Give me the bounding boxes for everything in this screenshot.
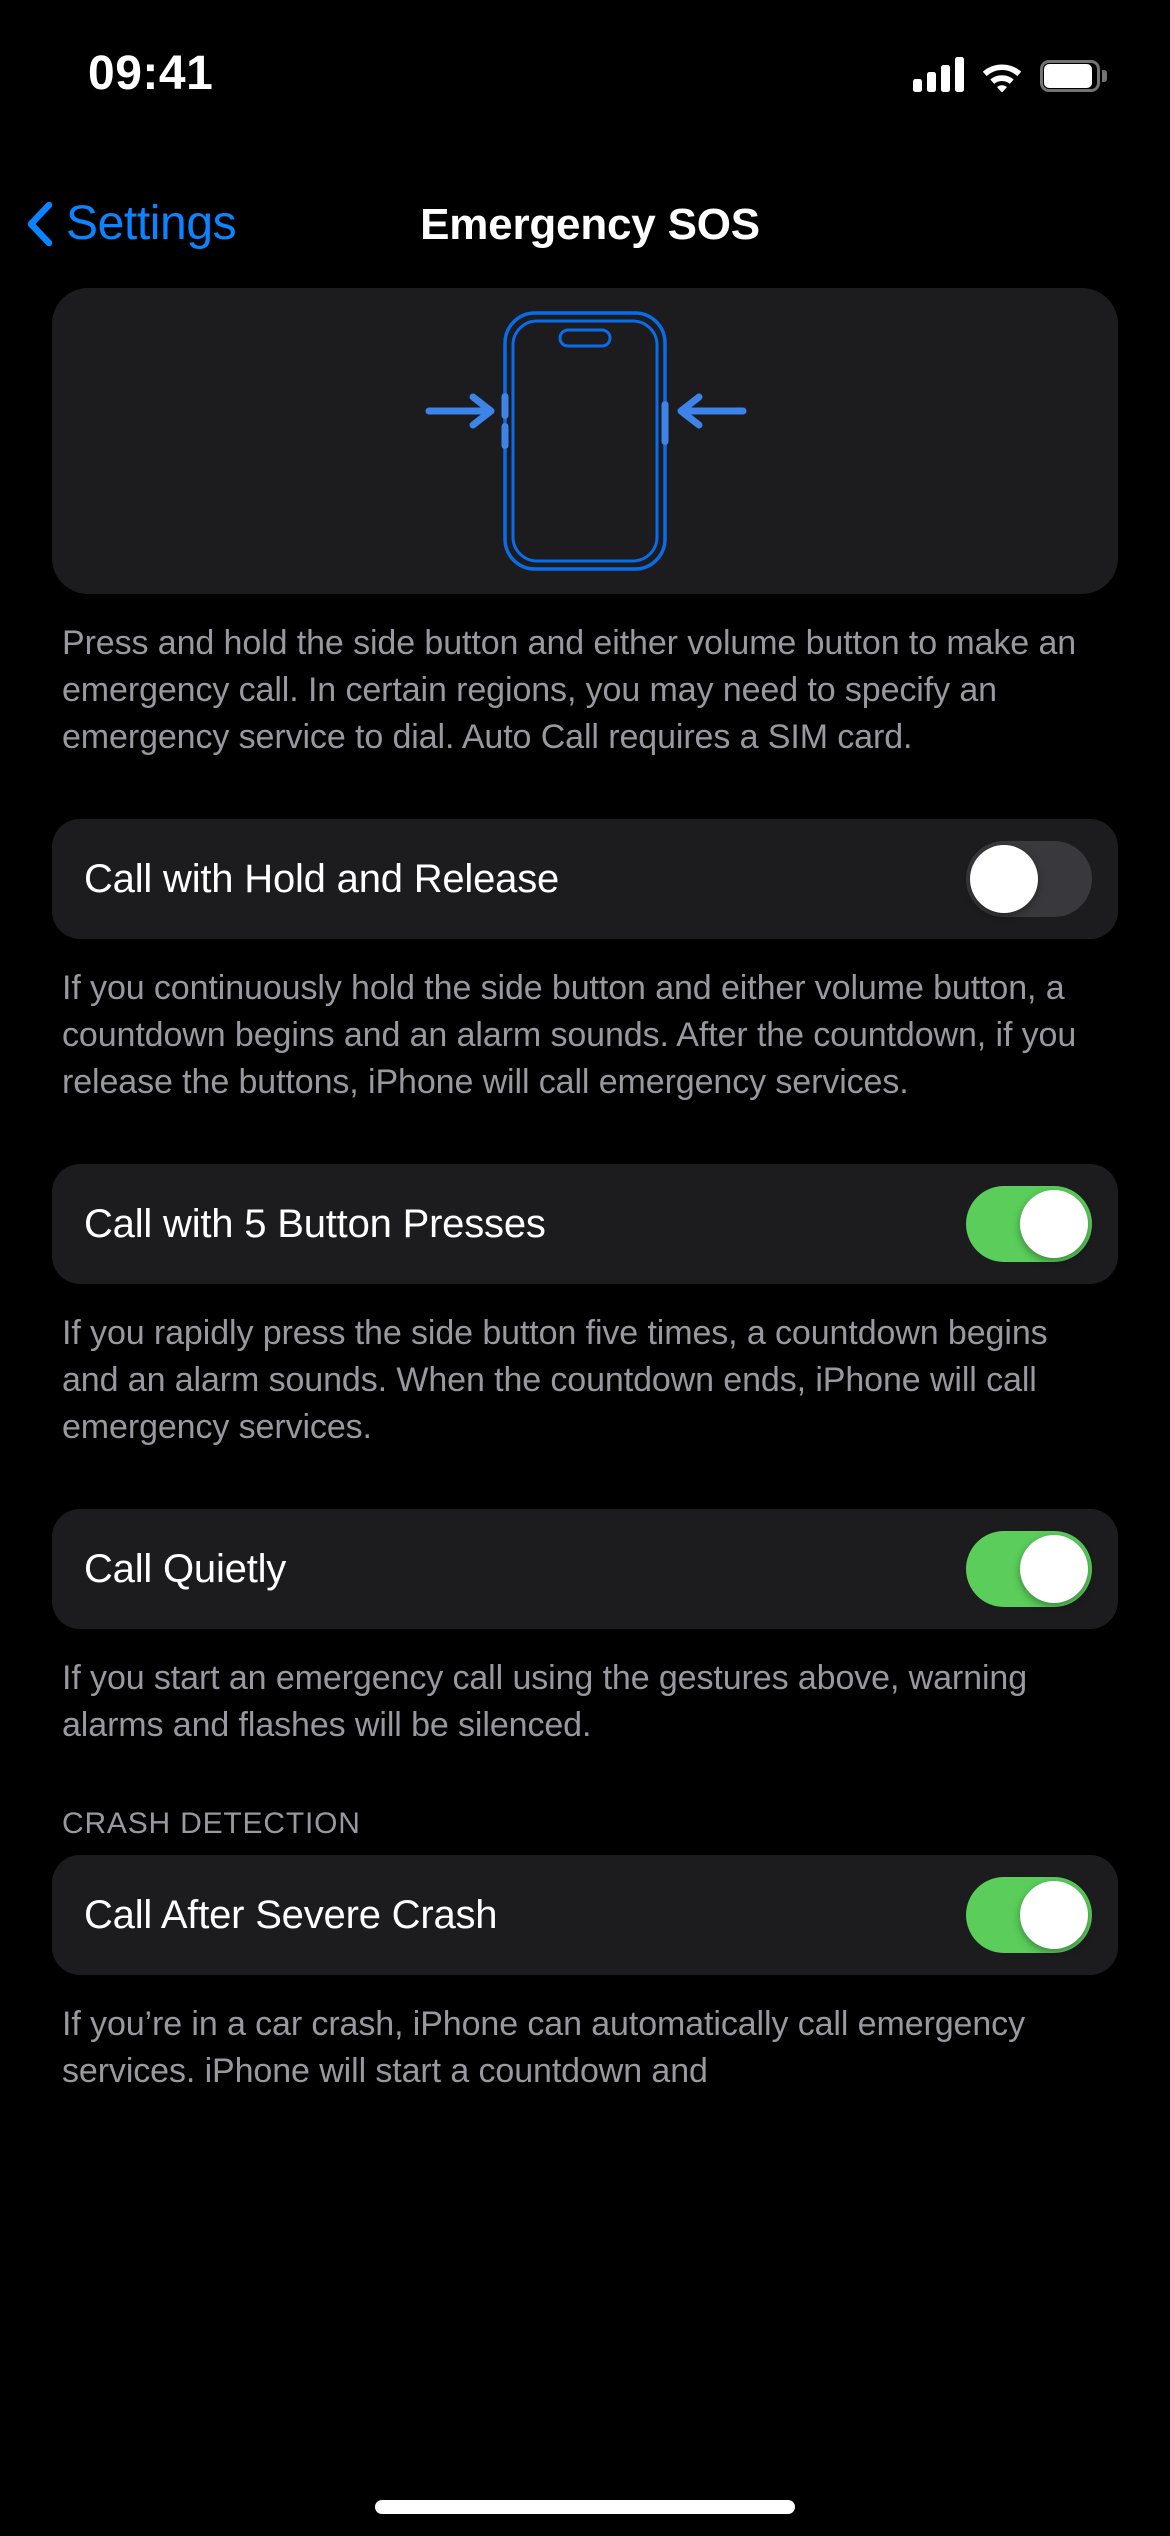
row-label: Call with Hold and Release [84,856,560,901]
cellular-bars-icon [913,56,964,92]
navigation-bar: Settings Emergency SOS [0,178,1170,288]
group-header-crash-detection: CRASH DETECTION [62,1807,361,1840]
toggle-call-with-5-button-presses[interactable] [966,1186,1092,1262]
toggle-call-quietly[interactable] [966,1531,1092,1607]
status-bar: 09:41 [0,0,1170,150]
status-time: 09:41 [88,47,214,100]
row-call-with-hold-and-release[interactable]: Call with Hold and Release [52,819,1118,939]
hero-illustration-card [52,288,1118,594]
section-footer-crash-detection: If you’re in a car crash, iPhone can aut… [62,2005,1025,2090]
row-call-after-severe-crash[interactable]: Call After Severe Crash [52,1855,1118,1975]
row-call-with-5-button-presses[interactable]: Call with 5 Button Presses [52,1164,1118,1284]
toggle-call-after-severe-crash[interactable] [966,1877,1092,1953]
row-label: Call with 5 Button Presses [84,1201,546,1246]
iphone-settings-screen: 09:41 Settings Emergency SOS Press and h… [0,0,1170,2536]
row-label: Call After Severe Crash [84,1892,498,1937]
status-indicators [913,48,1107,93]
section-footer-hold-and-release: If you continuously hold the side button… [62,969,1077,1101]
wifi-icon [980,58,1024,93]
toggle-knob [1020,1535,1088,1603]
page-title: Emergency SOS [420,200,760,249]
section-footer-call-quietly: If you start an emergency call using the… [62,1659,1028,1744]
toggle-knob [1020,1190,1088,1258]
row-call-quietly[interactable]: Call Quietly [52,1509,1118,1629]
toggle-knob [1020,1881,1088,1949]
toggle-call-with-hold-and-release[interactable] [966,841,1092,917]
settings-list: Press and hold the side button and eithe… [0,288,1170,2095]
home-indicator[interactable] [375,2500,795,2514]
toggle-knob [970,845,1038,913]
row-label: Call Quietly [84,1546,287,1591]
section-footer-intro: Press and hold the side button and eithe… [62,624,1077,756]
iphone-side-buttons-illustration [425,311,747,571]
section-footer-5-button-presses: If you rapidly press the side button fiv… [62,1314,1048,1446]
battery-full-icon [1040,60,1107,92]
